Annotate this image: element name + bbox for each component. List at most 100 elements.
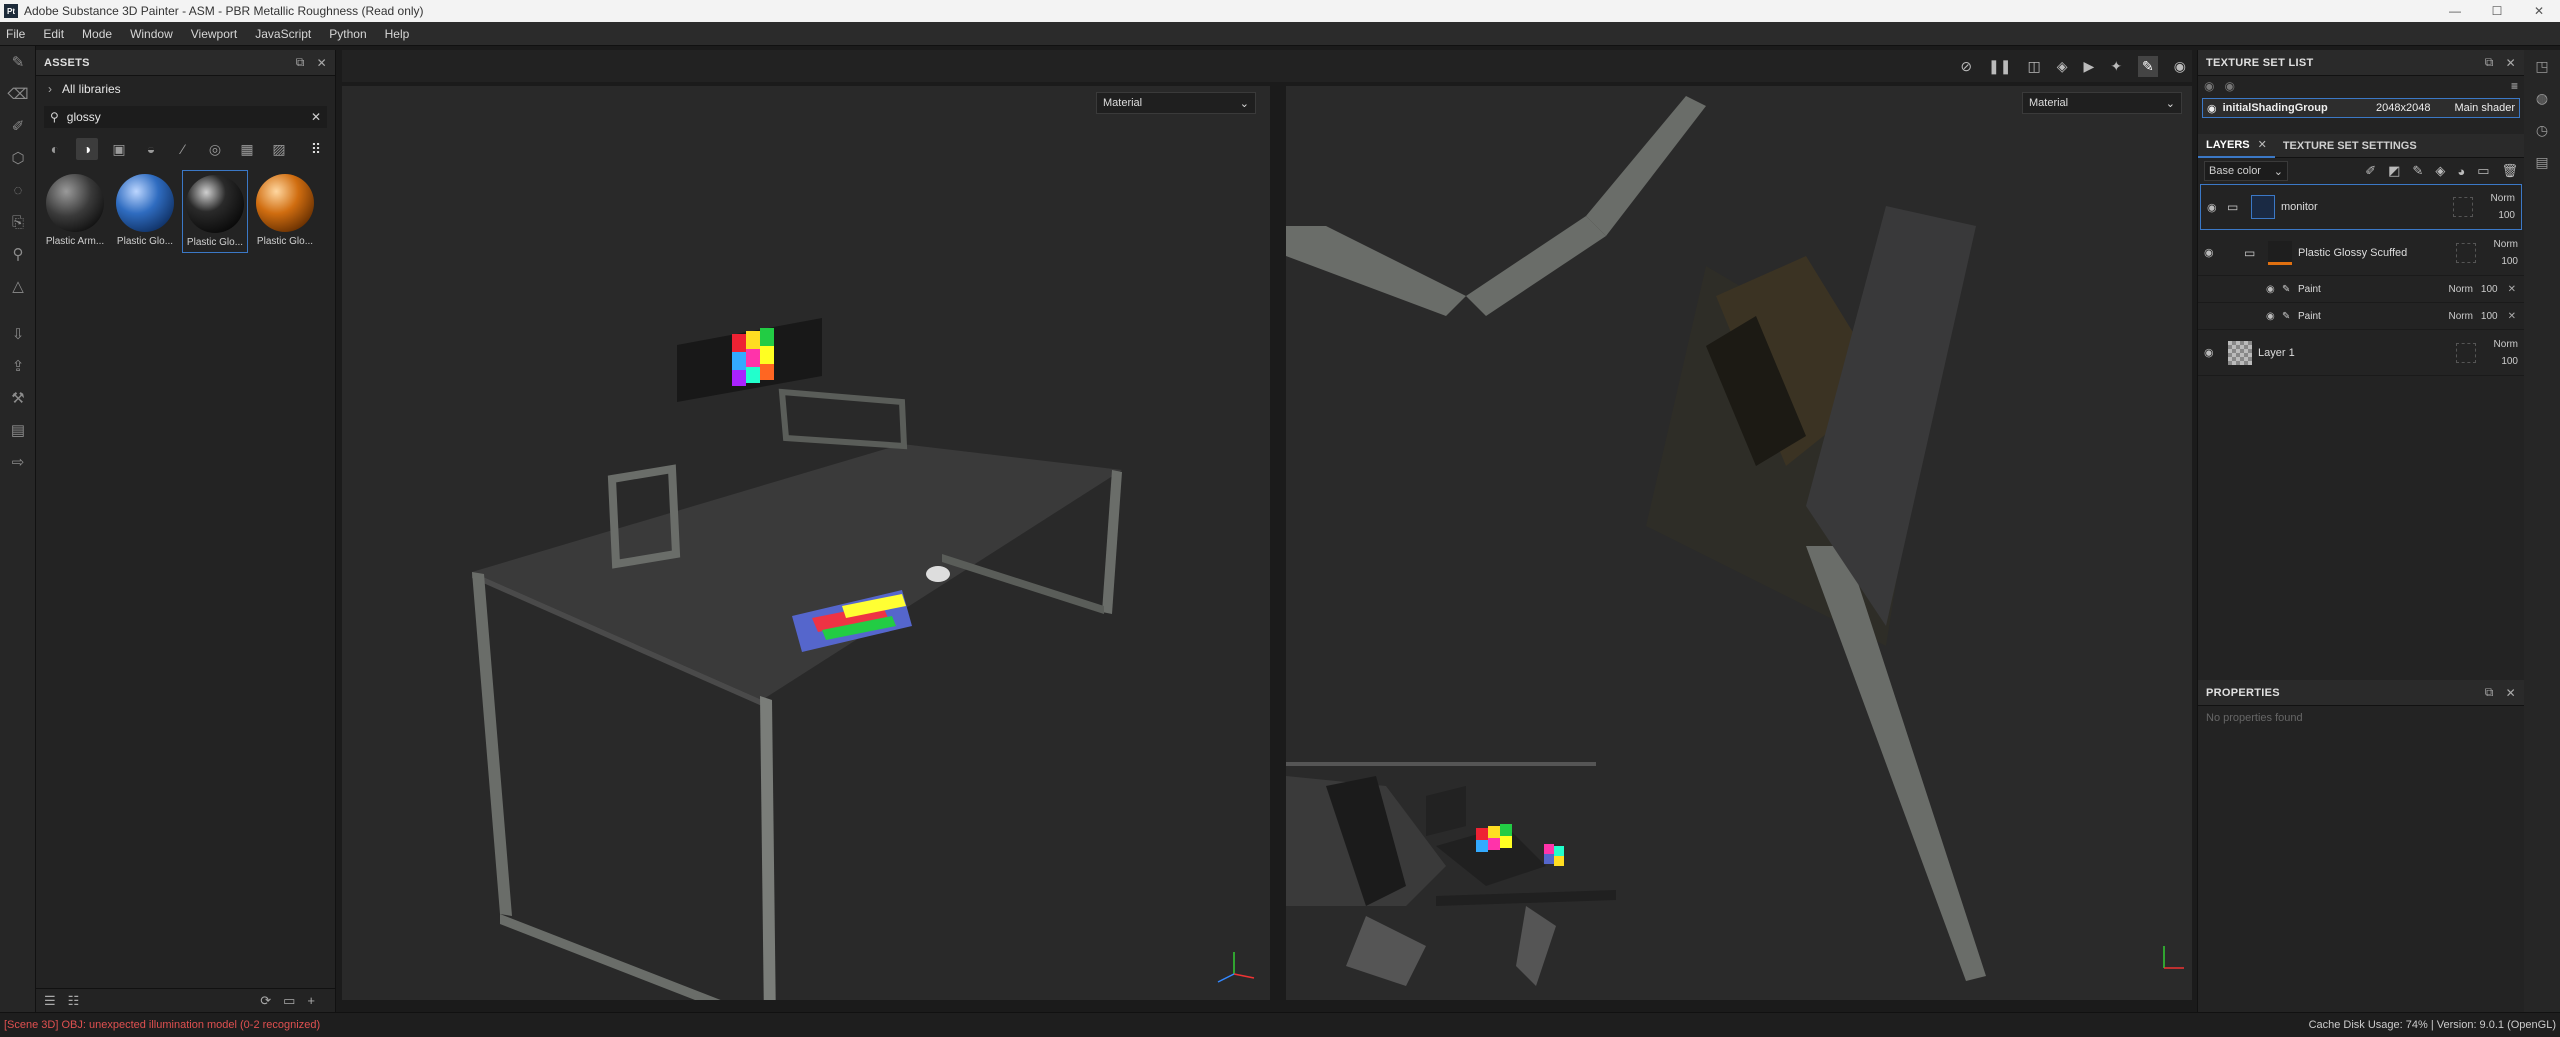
menu-icon[interactable]: ≡: [2511, 79, 2518, 93]
viewport-2d[interactable]: Material ⌄: [1286, 86, 2192, 1000]
search-input[interactable]: glossy: [67, 110, 311, 124]
polygon-fill-icon[interactable]: △: [0, 270, 36, 302]
paint-brush-icon[interactable]: ✎: [0, 46, 36, 78]
split-view-icon[interactable]: ◫: [2028, 58, 2041, 75]
hide-icon[interactable]: ⊘: [1960, 58, 1972, 75]
blend-mode[interactable]: Norm: [2491, 193, 2515, 204]
menu-window[interactable]: Window: [130, 27, 173, 41]
export-icon[interactable]: ⇨: [0, 446, 36, 478]
log-icon[interactable]: ▤: [2524, 146, 2560, 178]
remove-effect-icon[interactable]: ✕: [2508, 284, 2516, 295]
history-icon[interactable]: ◷: [2524, 114, 2560, 146]
maximize-button[interactable]: ☐: [2476, 4, 2518, 18]
menu-mode[interactable]: Mode: [82, 27, 112, 41]
tab-texture-set-settings[interactable]: TEXTURE SET SETTINGS: [2275, 134, 2425, 158]
list-view-icon[interactable]: ☷: [68, 993, 80, 1009]
geometry-mask-icon[interactable]: ⬡: [0, 142, 36, 174]
picker-icon[interactable]: ⚲: [0, 238, 36, 270]
eraser-icon[interactable]: ⌫: [0, 78, 36, 110]
asset-thumb[interactable]: Plastic Arm...: [42, 170, 108, 253]
undock-icon[interactable]: ⧉: [296, 55, 305, 70]
close-button[interactable]: ✕: [2518, 4, 2560, 18]
display-mode-icon[interactable]: ◈: [2057, 58, 2068, 75]
filter-particles-icon[interactable]: ◎: [204, 138, 226, 160]
opacity[interactable]: 100: [2501, 256, 2518, 267]
opacity[interactable]: 100: [2481, 311, 2498, 322]
refresh-icon[interactable]: ⟳: [260, 993, 271, 1009]
blend-mode[interactable]: Norm: [2448, 311, 2472, 322]
import-icon[interactable]: ⇩: [0, 318, 36, 350]
search-field[interactable]: ⚲ glossy ✕: [44, 106, 327, 128]
asset-thumb[interactable]: Plastic Glo...: [182, 170, 248, 253]
display-settings-icon[interactable]: ◍: [2524, 82, 2560, 114]
menu-help[interactable]: Help: [385, 27, 410, 41]
texture-set-icon[interactable]: ◳: [2524, 50, 2560, 82]
close-icon[interactable]: ✕: [2506, 56, 2516, 70]
eye-icon[interactable]: ◉: [2266, 284, 2282, 295]
mask-slot[interactable]: [2453, 197, 2473, 217]
viewport-channel-dropdown[interactable]: Material ⌄: [1096, 92, 1256, 114]
viewport-3d[interactable]: Material ⌄: [342, 86, 1270, 1000]
undock-icon[interactable]: ⧉: [2485, 55, 2494, 70]
filter-brushes-icon[interactable]: ⁄: [172, 138, 194, 160]
blend-mode[interactable]: Norm: [2494, 239, 2518, 250]
menu-edit[interactable]: Edit: [43, 27, 64, 41]
menu-viewport[interactable]: Viewport: [191, 27, 237, 41]
layer-row[interactable]: ◉ Layer 1 Norm 100: [2198, 330, 2524, 376]
tab-layers[interactable]: LAYERS ✕: [2198, 134, 2275, 158]
close-icon[interactable]: ✕: [2506, 686, 2516, 700]
eye-icon[interactable]: ◉: [2204, 79, 2214, 93]
tools-icon[interactable]: ⚒: [0, 382, 36, 414]
sort-icon[interactable]: ☰: [44, 993, 56, 1009]
blend-mode[interactable]: Norm: [2494, 339, 2518, 350]
filter-smart-materials-icon[interactable]: ◑: [76, 138, 98, 160]
sublayer-row[interactable]: ◉ ✎ Paint Norm 100 ✕: [2198, 276, 2524, 303]
filter-textures-icon[interactable]: ▦: [236, 138, 258, 160]
eye-icon[interactable]: ◉: [2204, 346, 2220, 359]
remove-effect-icon[interactable]: ✕: [2508, 311, 2516, 322]
eye-icon[interactable]: ◉: [2207, 201, 2223, 214]
mask-slot[interactable]: [2456, 242, 2476, 263]
projection-icon[interactable]: ✐: [0, 110, 36, 142]
menu-javascript[interactable]: JavaScript: [255, 27, 311, 41]
layer-row[interactable]: ◉ ▭ Plastic Glossy Scuffed Norm 100: [2198, 230, 2524, 276]
undock-icon[interactable]: ⧉: [2485, 685, 2494, 700]
add-smart-material-icon[interactable]: ◕: [2457, 164, 2465, 179]
asset-thumb[interactable]: Plastic Glo...: [112, 170, 178, 253]
close-tab-icon[interactable]: ✕: [2258, 138, 2267, 151]
eye-icon[interactable]: ◉: [2204, 246, 2220, 259]
add-folder-icon[interactable]: ▭: [2477, 163, 2489, 179]
camera-icon[interactable]: ▶: [2084, 58, 2095, 75]
texture-set-item[interactable]: ◉ initialShadingGroup 2048x2048 Main sha…: [2202, 98, 2520, 118]
bake-icon[interactable]: ✦: [2110, 58, 2122, 75]
sublayer-row[interactable]: ◉ ✎ Paint Norm 100 ✕: [2198, 303, 2524, 330]
viewport-channel-dropdown[interactable]: Material ⌄: [2022, 92, 2182, 114]
eye-icon[interactable]: ◉: [2207, 102, 2217, 115]
filter-masks-icon[interactable]: ▣: [108, 138, 130, 160]
grid-view-icon[interactable]: ⠿: [305, 138, 327, 160]
close-assets-icon[interactable]: ✕: [317, 56, 327, 70]
library-selector[interactable]: › All libraries: [36, 76, 335, 102]
share-icon[interactable]: ⇪: [0, 350, 36, 382]
add-fill-layer-icon[interactable]: ◈: [2435, 163, 2445, 179]
clear-search-icon[interactable]: ✕: [311, 110, 321, 124]
smudge-icon[interactable]: ◌: [0, 174, 36, 206]
layer-row[interactable]: ◉ ▭ monitor Norm 100: [2200, 184, 2522, 230]
channel-dropdown[interactable]: Base color ⌄: [2204, 161, 2288, 181]
filter-environments-icon[interactable]: ▨: [268, 138, 290, 160]
filter-materials-icon[interactable]: ◐: [44, 138, 66, 160]
add-icon[interactable]: +: [307, 993, 315, 1008]
add-mask-icon[interactable]: ◩: [2388, 163, 2400, 179]
eye-icon[interactable]: ◉: [2224, 79, 2234, 93]
mask-slot[interactable]: [2456, 342, 2476, 363]
asset-thumb[interactable]: Plastic Glo...: [252, 170, 318, 253]
paint-mode-icon[interactable]: ✎: [2138, 55, 2158, 77]
add-paint-layer-icon[interactable]: ✎: [2412, 163, 2423, 179]
pause-icon[interactable]: ❚❚: [1988, 58, 2011, 75]
minimize-button[interactable]: —: [2434, 4, 2476, 18]
add-effect-icon[interactable]: ✐: [2365, 163, 2376, 179]
clone-icon[interactable]: ⎘: [0, 206, 36, 238]
eye-icon[interactable]: ◉: [2266, 311, 2282, 322]
opacity[interactable]: 100: [2501, 356, 2518, 367]
folder-icon[interactable]: ▭: [283, 993, 295, 1009]
